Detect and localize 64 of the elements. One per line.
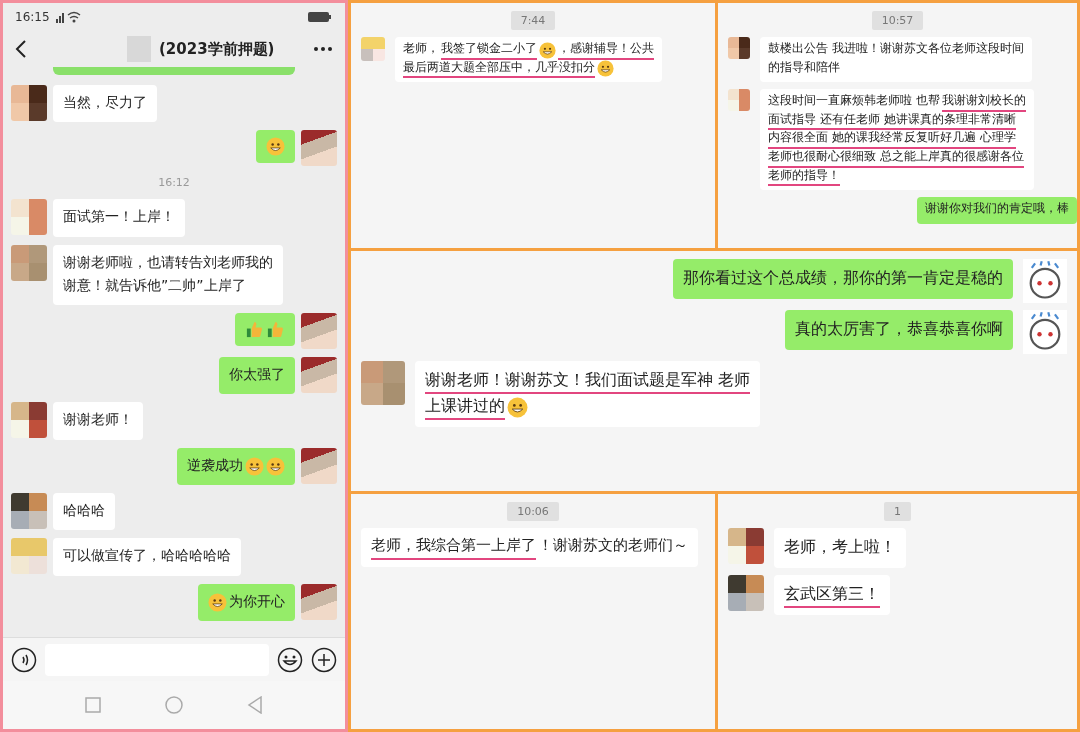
message-text: 当然，尽力了 (63, 93, 147, 112)
smiley-icon (208, 592, 227, 612)
message-text: 面试第一！上岸！ (63, 207, 175, 227)
battery-icon (307, 11, 333, 23)
message-text: 上课讲过的 (425, 394, 505, 421)
status-time: 16:15 (15, 10, 50, 24)
avatar-placeholder (11, 538, 47, 575)
message-text: 的指导和陪伴 (768, 59, 840, 76)
message-text: 老师的指导！ (768, 167, 840, 187)
message-text: 面试指导 还有任老师 她讲课真的条理非常清晰 (768, 111, 1016, 131)
message-text: 哈哈哈 (63, 501, 105, 521)
chat-title: (2023学前押题) (159, 39, 275, 59)
message-text: 逆袭成功 (187, 455, 243, 475)
smiley-icon (597, 60, 614, 78)
message-text: 老师， (403, 41, 439, 57)
message-time: 10:57 (871, 11, 924, 30)
photo-placeholder (301, 357, 337, 394)
photo-placeholder (301, 447, 337, 484)
message-text: 谢谢老师啦，也请转告刘老师我的 (63, 252, 273, 272)
message-text: 老师也很耐心很细致 总之能上岸真的很感谢各位 (768, 148, 1024, 168)
message-text: ！谢谢苏文的老师们～ (538, 535, 688, 556)
message-text: 老师，我综合第一上岸了 (371, 535, 536, 560)
message-text: 可以做宣传了，哈哈哈哈哈 (63, 546, 231, 566)
message-time: 16:12 (157, 175, 191, 192)
message-text: 谢谢老师！ (63, 410, 133, 430)
avatar-placeholder (11, 85, 47, 121)
avatar-placeholder (11, 199, 47, 236)
message-text: 真的太厉害了，恭喜恭喜你啊 (795, 318, 1003, 340)
avatar-placeholder (11, 244, 47, 281)
add-icon[interactable] (311, 646, 337, 673)
smiley-icon (266, 456, 285, 476)
photo-placeholder (301, 313, 337, 350)
message-text: 玄武区第三！ (784, 582, 880, 609)
message-text: 谢谢你对我们的肯定哦，棒 (925, 201, 1069, 218)
message-text: 最后两道大题全部压中，几乎没扣分 (403, 59, 595, 79)
message-text: 我签了锁金二小了 (441, 41, 537, 60)
thumbs-up-icon (245, 320, 264, 340)
smiley-icon (539, 41, 556, 59)
smiley-icon[interactable] (277, 646, 303, 673)
message-time: 7:44 (510, 11, 556, 30)
message-text: 谢谢老师！谢谢苏文！我们面试题是军神 老师 (425, 368, 751, 395)
message-text: 那你看过这个总成绩，那你的第一肯定是稳的 (683, 267, 1003, 289)
smiley-icon (266, 137, 285, 157)
message-text: 鼓楼出公告 我进啦！谢谢苏文各位老师这段时间 (768, 41, 1024, 57)
photo-placeholder (301, 130, 337, 167)
avatar-placeholder (11, 493, 47, 530)
message-text: 谢意！就告诉他”二帅”上岸了 (63, 275, 246, 295)
back-icon[interactable] (15, 40, 27, 58)
more-icon[interactable] (313, 46, 333, 52)
message-text: 我谢谢刘校长的 (941, 93, 1026, 112)
message-time: 10:06 (507, 502, 559, 521)
photo-placeholder (301, 583, 337, 620)
message-text: 你太强了 (229, 365, 285, 385)
message-text: ，感谢辅导！公共 (558, 41, 654, 60)
message-text: 内容很全面 她的课我经常反复听好几遍 心理学 (768, 130, 1016, 149)
message-text: 老师，考上啦！ (784, 536, 896, 558)
smiley-icon (245, 456, 264, 476)
message-text: 为你开心 (229, 591, 285, 611)
avatar-placeholder (11, 402, 47, 439)
smiley-icon (507, 396, 528, 418)
message-text: 这段时间一直麻烦韩老师啦 也帮 (768, 93, 940, 110)
voice-icon[interactable] (11, 646, 37, 673)
message-time: 1 (884, 502, 911, 521)
thumbs-up-icon (266, 320, 285, 340)
